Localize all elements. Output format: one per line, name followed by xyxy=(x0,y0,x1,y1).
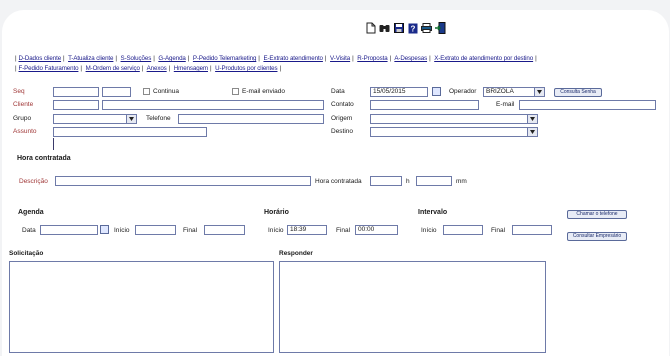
hora-contratada-label: Hora contratada xyxy=(315,178,362,185)
data-value: 15/05/2015 xyxy=(373,88,406,95)
nav-row-2: | F-Pedido Faturamento | M-Ordem de serviç… xyxy=(15,65,281,72)
assunto-input[interactable] xyxy=(53,127,207,137)
calendar-icon[interactable] xyxy=(100,225,109,234)
nav-link-extrato-atendimento[interactable]: E-Extrato atendimento xyxy=(263,55,323,62)
nav-link-produtos-clientes[interactable]: U-Produtos por clientes xyxy=(215,65,277,72)
seq-input[interactable] xyxy=(53,87,99,97)
data-input[interactable]: 15/05/2015 xyxy=(370,87,428,97)
origem-label: Origem xyxy=(331,115,353,122)
operador-label: Operador xyxy=(449,88,477,95)
calendar-icon[interactable] xyxy=(432,87,441,96)
nav-link-visita[interactable]: V-Visita xyxy=(330,55,350,62)
save-icon[interactable] xyxy=(393,22,404,34)
solicitacao-textarea[interactable] xyxy=(9,261,274,353)
intervalo-inicio-input[interactable] xyxy=(443,225,483,235)
contato-input[interactable] xyxy=(370,100,479,110)
horario-inicio-value: 18:39 xyxy=(290,226,307,233)
email-input[interactable] xyxy=(519,100,656,110)
nav-link-pedido-telemarketing[interactable]: P-Pedido Telemarketing xyxy=(193,55,256,62)
agenda-final-label: Final xyxy=(183,227,198,234)
cliente-label: Cliente xyxy=(13,101,34,108)
email-label: E-mail xyxy=(496,101,515,108)
chamar-telefone-button[interactable]: Chamar o telefone xyxy=(567,210,627,219)
nav-link-agenda[interactable]: G-Agenda xyxy=(158,55,186,62)
horario-inicio-label: Início xyxy=(268,227,284,234)
intervalo-inicio-label: Início xyxy=(421,227,437,234)
assunto-label: Assunto xyxy=(13,128,37,135)
solicitacao-label: Solicitação xyxy=(9,250,44,257)
nav-link-extrato-destino[interactable]: X-Extrato de atendimento por destino xyxy=(434,55,533,62)
hora-mm-input[interactable] xyxy=(416,176,452,186)
agenda-final-input[interactable] xyxy=(204,225,245,235)
continua-checkbox[interactable] xyxy=(143,88,150,95)
chevron-down-icon xyxy=(527,115,537,123)
intervalo-final-label: Final xyxy=(491,227,506,234)
descricao-label: Descrição xyxy=(19,178,48,185)
horario-final-input[interactable]: 00:00 xyxy=(355,225,398,235)
print-icon[interactable] xyxy=(421,22,432,34)
consulta-senha-button[interactable]: Consulta Senha xyxy=(554,88,602,97)
nav-link-solucoes[interactable]: S-Soluções xyxy=(121,55,152,62)
nav-link-pedido-faturamento[interactable]: F-Pedido Faturamento xyxy=(19,65,79,72)
operador-select[interactable]: BRIZOLA xyxy=(483,87,545,97)
svg-text:?: ? xyxy=(410,24,415,33)
horario-final-label: Final xyxy=(336,227,351,234)
contato-label: Contato xyxy=(331,101,354,108)
agenda-data-input[interactable] xyxy=(40,225,98,235)
h-label: h xyxy=(406,178,410,185)
agenda-inicio-label: Início xyxy=(114,227,130,234)
nav-row-1: | D-Dados cliente | T-Atualiza cliente | S-… xyxy=(15,55,537,62)
hora-contratada-title: Hora contratada xyxy=(17,155,71,162)
hora-h-input[interactable] xyxy=(370,176,402,186)
cliente-code-input[interactable] xyxy=(53,100,99,110)
grupo-select[interactable] xyxy=(53,114,137,124)
nav-link-anexos[interactable]: Anexos xyxy=(147,65,167,72)
cliente-name-input[interactable] xyxy=(102,100,324,110)
responder-label: Responder xyxy=(279,250,313,257)
agenda-data-label: Data xyxy=(22,227,36,234)
intervalo-title: Intervalo xyxy=(418,209,448,216)
grupo-label: Grupo xyxy=(13,115,32,122)
nav-link-dados-cliente[interactable]: D-Dados cliente xyxy=(19,55,62,62)
agenda-title: Agenda xyxy=(18,209,44,216)
continua-label: Continua xyxy=(153,88,180,95)
chevron-down-icon xyxy=(534,88,544,96)
consultar-empresario-button[interactable]: Consultar Empresário xyxy=(567,232,627,241)
horario-title: Horário xyxy=(264,209,289,216)
nav-link-mensagem[interactable]: Hmensagem xyxy=(174,65,208,72)
seq-label: Seq xyxy=(13,88,25,95)
telefone-label: Telefone xyxy=(146,115,171,122)
nav-link-proposta[interactable]: R-Proposta xyxy=(357,55,387,62)
origem-select[interactable] xyxy=(370,114,538,124)
operador-value: BRIZOLA xyxy=(486,88,514,95)
destino-label: Destino xyxy=(331,128,354,135)
nav-link-atualiza-cliente[interactable]: T-Atualiza cliente xyxy=(68,55,113,62)
nav-link-ordem-servico[interactable]: M-Ordem de serviço xyxy=(86,65,140,72)
responder-textarea[interactable] xyxy=(279,261,546,353)
agenda-inicio-input[interactable] xyxy=(135,225,176,235)
email-enviado-label: E-mail enviado xyxy=(242,88,285,95)
chevron-down-icon xyxy=(126,115,136,123)
exit-icon[interactable] xyxy=(435,22,446,34)
text-cursor xyxy=(53,138,54,150)
data-label: Data xyxy=(331,88,345,95)
mm-label: mm xyxy=(456,178,467,185)
help-icon[interactable]: ? xyxy=(407,22,418,34)
chevron-down-icon xyxy=(527,128,537,136)
horario-final-value: 00:00 xyxy=(358,226,375,233)
binoculars-icon[interactable] xyxy=(379,22,390,34)
intervalo-final-input[interactable] xyxy=(512,225,552,235)
destino-select[interactable] xyxy=(370,127,538,137)
telefone-input[interactable] xyxy=(178,114,324,124)
seq-extra-input[interactable] xyxy=(102,87,131,97)
new-document-icon[interactable] xyxy=(365,22,376,34)
nav-link-despesas[interactable]: A-Despesas xyxy=(394,55,427,62)
toolbar: ? xyxy=(365,22,446,34)
email-enviado-checkbox[interactable] xyxy=(232,88,239,95)
horario-inicio-input[interactable]: 18:39 xyxy=(287,225,327,235)
descricao-input[interactable] xyxy=(55,176,311,186)
